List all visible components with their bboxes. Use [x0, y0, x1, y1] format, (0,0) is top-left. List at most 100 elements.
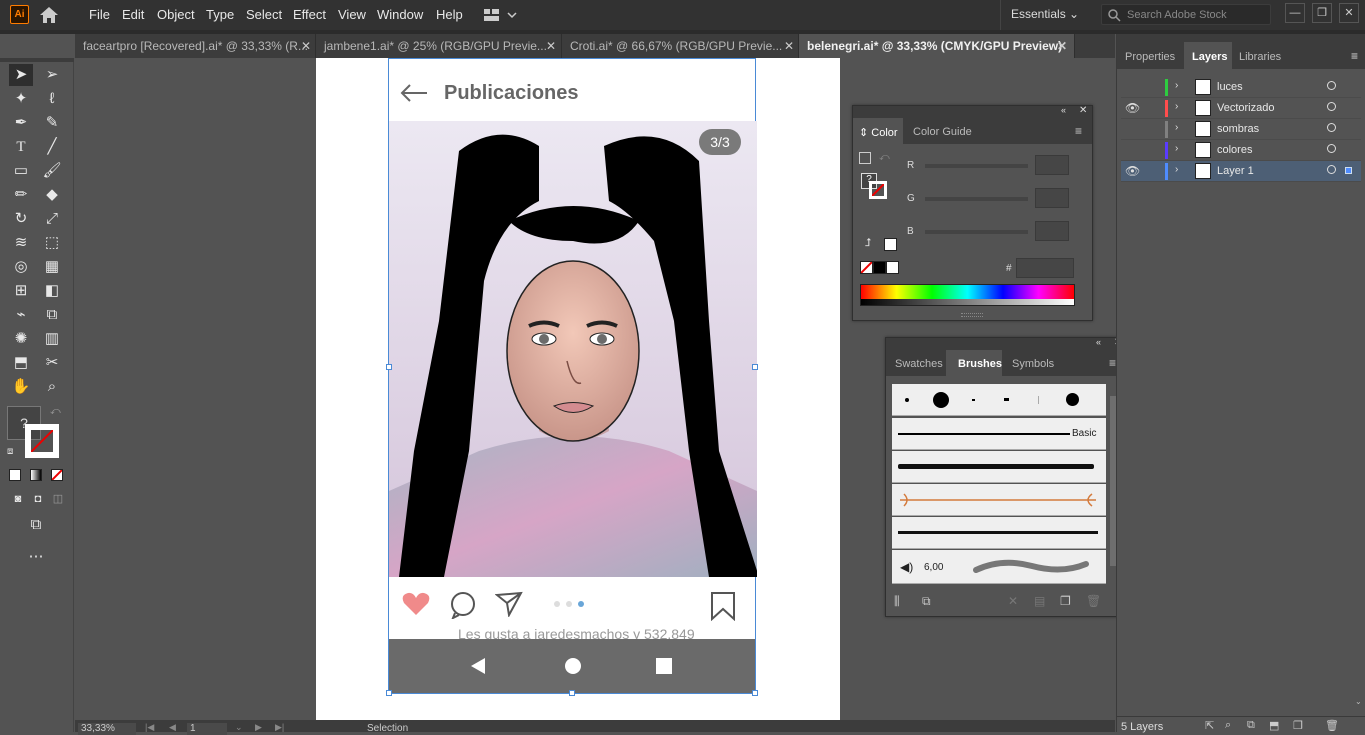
out-of-gamut-icon[interactable]: ⮥	[865, 237, 872, 250]
stroke-swatch[interactable]	[25, 424, 59, 458]
layer-name[interactable]: luces	[1217, 81, 1243, 93]
eyedropper-tool-icon[interactable]: ⌁	[9, 304, 33, 326]
r-slider[interactable]	[925, 164, 1028, 168]
paintbrush-tool-icon[interactable]: 🖌	[40, 160, 64, 182]
bbox-handle[interactable]	[752, 690, 758, 696]
default-fill-stroke-icon[interactable]: ⧈	[7, 446, 13, 457]
delete-brush-icon[interactable]: 🗑	[1086, 594, 1101, 608]
curvature-tool-icon[interactable]: ✎	[40, 112, 64, 134]
close-icon[interactable]: ✕	[1079, 105, 1087, 116]
layer-name[interactable]: Vectorizado	[1217, 102, 1274, 114]
close-icon[interactable]: ✕	[784, 39, 794, 53]
layer-name[interactable]: colores	[1217, 144, 1252, 156]
close-window-button[interactable]: ✕	[1339, 3, 1359, 23]
gradient-tool-icon[interactable]: ◧	[40, 280, 64, 302]
slice-tool-icon[interactable]: ✂	[40, 352, 64, 374]
bbox-handle[interactable]	[752, 364, 758, 370]
bbox-handle[interactable]	[386, 690, 392, 696]
doc-tab-active[interactable]: belenegri.ai* @ 33,33% (CMYK/GPU Preview…	[799, 34, 1075, 58]
tab-libraries[interactable]: Libraries	[1239, 51, 1281, 63]
target-icon[interactable]	[1327, 144, 1336, 153]
eye-icon[interactable]: 👁	[1125, 164, 1143, 178]
brush-dot[interactable]	[933, 392, 949, 408]
arrange-documents-icon[interactable]	[483, 7, 523, 23]
magic-wand-tool-icon[interactable]: ✦	[9, 88, 33, 110]
b-value-input[interactable]	[1035, 221, 1069, 241]
layers-scrollbar[interactable]: ⌄	[1351, 77, 1362, 707]
panel-drag-bar[interactable]: «✕	[886, 337, 1126, 350]
tab-swatches[interactable]: Swatches	[895, 358, 943, 370]
eye-icon[interactable]: 👁	[1125, 101, 1143, 115]
column-graph-tool-icon[interactable]: ▥	[40, 328, 64, 350]
direct-selection-tool-icon[interactable]: ➢	[40, 64, 64, 86]
none-mode-icon[interactable]	[51, 469, 63, 481]
target-icon[interactable]	[1327, 81, 1336, 90]
lasso-tool-icon[interactable]: ℓ	[40, 88, 64, 110]
brush-dot[interactable]	[972, 399, 975, 401]
target-icon[interactable]	[1327, 165, 1336, 174]
layer-row[interactable]: 👁 › Layer 1	[1121, 161, 1361, 182]
new-layer-icon[interactable]: ❐	[1293, 719, 1303, 732]
brush-bristle[interactable]: ◀) 6,00	[892, 550, 1106, 584]
draw-inside-icon[interactable]: ◫	[46, 488, 70, 510]
home-icon[interactable]	[38, 5, 60, 25]
next-artboard-icon[interactable]: ▶	[255, 722, 262, 733]
brush-charcoal[interactable]	[892, 451, 1106, 483]
brush-dot[interactable]	[1066, 393, 1079, 406]
color-spectrum[interactable]	[860, 284, 1075, 306]
minimize-button[interactable]: —	[1285, 3, 1305, 23]
color-mode-icon[interactable]	[9, 469, 21, 481]
menu-window[interactable]: Window	[377, 7, 423, 22]
panel-menu-icon[interactable]: ≡	[1075, 124, 1082, 138]
menu-help[interactable]: Help	[436, 7, 463, 22]
r-value-input[interactable]	[1035, 155, 1069, 175]
tab-color[interactable]: ⇕ Color	[853, 118, 903, 144]
expand-chevron-icon[interactable]: ›	[1175, 80, 1178, 91]
tab-brushes[interactable]: Brushes	[946, 350, 1002, 376]
delete-layer-icon[interactable]: 🗑	[1325, 719, 1339, 732]
tab-symbols[interactable]: Symbols	[1012, 358, 1054, 370]
mesh-tool-icon[interactable]: ⊞	[9, 280, 33, 302]
expand-chevron-icon[interactable]: ›	[1175, 143, 1178, 154]
pencil-tool-icon[interactable]: ✏	[9, 184, 33, 206]
menu-edit[interactable]: Edit	[122, 7, 144, 22]
brush-tapered[interactable]	[892, 517, 1106, 549]
panel-drag-bar[interactable]: «✕	[853, 105, 1092, 118]
rectangle-tool-icon[interactable]: ▭	[9, 160, 33, 182]
layer-row[interactable]: › colores	[1121, 140, 1361, 161]
rotate-tool-icon[interactable]: ↻	[9, 208, 33, 230]
bbox-handle[interactable]	[386, 364, 392, 370]
hand-tool-icon[interactable]: ✋	[9, 376, 33, 398]
swap-fill-stroke-icon[interactable]: ⤺	[50, 406, 61, 417]
first-artboard-icon[interactable]: |◀	[145, 722, 154, 733]
menu-view[interactable]: View	[338, 7, 366, 22]
brush-dot[interactable]	[1004, 398, 1009, 401]
width-tool-icon[interactable]: ≋	[9, 232, 33, 254]
clipping-mask-icon[interactable]: ⧉	[1247, 719, 1255, 732]
layer-row[interactable]: › sombras	[1121, 119, 1361, 140]
brush-basic[interactable]: Basic	[892, 418, 1106, 450]
pen-tool-icon[interactable]: ✒	[9, 112, 33, 134]
layer-row[interactable]: › luces	[1121, 77, 1361, 98]
bbox-handle[interactable]	[569, 690, 575, 696]
selection-tool-icon[interactable]: ➤	[9, 64, 33, 86]
tab-color-guide[interactable]: Color Guide	[913, 126, 972, 138]
web-safe-swatch[interactable]	[884, 238, 897, 251]
last-artboard-icon[interactable]: ▶|	[275, 722, 284, 733]
expand-chevron-icon[interactable]: ›	[1175, 122, 1178, 133]
brush-dot[interactable]	[1038, 396, 1039, 404]
collapse-icon[interactable]: «	[1096, 337, 1101, 347]
panel-menu-icon[interactable]: ≡	[1351, 49, 1358, 63]
close-icon[interactable]: ✕	[546, 39, 556, 53]
tab-layers[interactable]: Layers	[1192, 51, 1227, 63]
swap-icon[interactable]: ⤺	[879, 152, 890, 163]
phone-mockup-artwork[interactable]: Publicaciones 3/3 Les gusta a jaredesmac…	[386, 58, 758, 696]
export-icon[interactable]: ⇱	[1205, 719, 1214, 732]
expand-chevron-icon[interactable]: ›	[1175, 164, 1178, 175]
doc-tab[interactable]: Croti.ai* @ 66,67% (RGB/GPU Previe... ✕	[562, 34, 799, 58]
doc-tab[interactable]: faceartpro [Recovered].ai* @ 33,33% (R..…	[75, 34, 316, 58]
brush-arrow[interactable]	[892, 484, 1106, 516]
brush-libraries-icon[interactable]: ⫼	[894, 594, 900, 609]
workspace-switcher[interactable]: Essentials ⌄	[1000, 0, 1089, 30]
layer-name[interactable]: sombras	[1217, 123, 1259, 135]
